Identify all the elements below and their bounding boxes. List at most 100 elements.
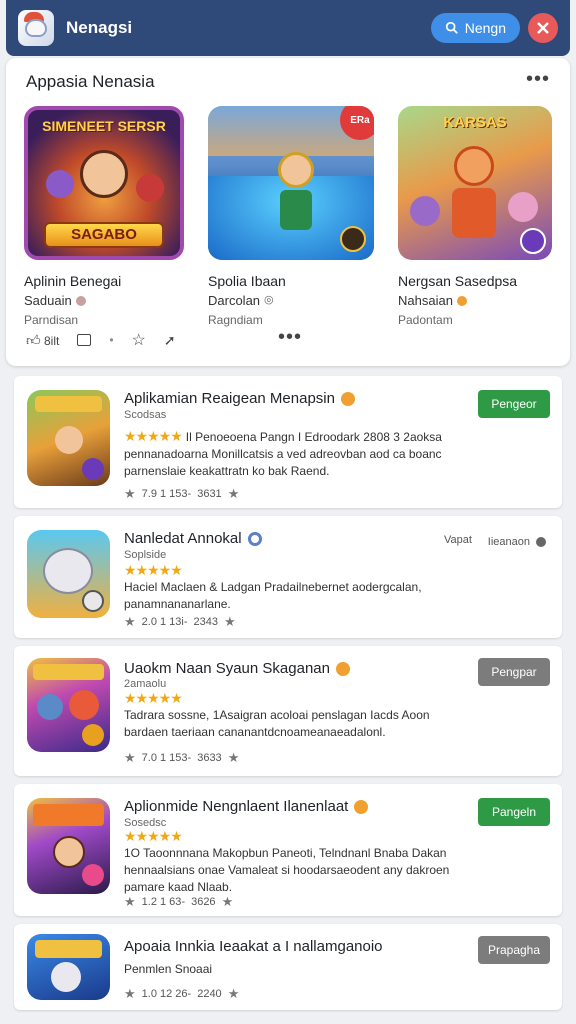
app-header: Nenagsi Nengn (6, 0, 570, 56)
featured-name: Nergsan Sasedpsa (398, 273, 518, 289)
weapon-icon (82, 458, 104, 480)
app-meta: ★ 2.0 1 13i- 2343 ★ (124, 614, 236, 630)
character-figure (51, 962, 81, 992)
list-item[interactable]: Apoaia Innkia Ieaakat a I nallamganoio P… (14, 924, 562, 1010)
featured-item[interactable]: ERa Spolia Ibaan Darcolan ◎ Ragndiam (208, 106, 374, 327)
download-count: 2343 (193, 616, 219, 628)
install-button[interactable]: Pangeln (478, 798, 550, 826)
star-icon: ★ (227, 750, 240, 765)
list-item[interactable]: Aplikamian Reaigean Menapsin Scodsas ★★★… (14, 376, 562, 508)
featured-item[interactable]: KARSAS Nergsan Sasedpsa Nahsaian Padonta… (398, 106, 552, 327)
game-thumbnail[interactable]: ERa (208, 106, 374, 260)
game-thumbnail[interactable]: SIMENEET SERSR SAGABO (24, 106, 184, 260)
featured-item[interactable]: SIMENEET SERSR SAGABO Aplinin Benegai Sa… (24, 106, 184, 327)
character-body (280, 190, 312, 230)
app-name-text: Nanledat Annokal (124, 530, 242, 547)
app-description-text: 1O Taoonnnana Makopbun Paneoti, Telndnan… (124, 846, 450, 894)
download-count: 2240 (197, 988, 222, 1000)
featured-name: Spolia Ibaan (208, 273, 286, 289)
app-description: ★★★★★ Haciel Maclaen & Ladgan Pradailnebe… (124, 562, 464, 613)
mascot-icon (25, 19, 47, 37)
star-outline-icon[interactable]: ☆ (132, 330, 146, 350)
rating-text: 7.9 1 153- (141, 488, 192, 500)
thumbnail-top-text: SIMENEET SERSR (42, 118, 166, 134)
app-name-text: Aplionmide Nengnlaent Ilanenlaat (124, 798, 349, 815)
app-meta: ★ 7.0 1 153- 3633 ★ (124, 750, 239, 766)
app-description: ★★★★★ Tadrara sossne, 1Asaigran acoloai p… (124, 690, 464, 741)
install-button[interactable]: Pengpar (478, 658, 550, 686)
more-horizontal-icon[interactable]: ••• (526, 68, 550, 91)
star-icon: ★ (227, 986, 240, 1001)
close-button[interactable] (528, 13, 558, 43)
star-rating: ★★★★★ (124, 690, 183, 706)
app-description-text: Haciel Maclaen & Ladgan Pradailnebernet … (124, 580, 422, 611)
star-icon: ★ (227, 486, 240, 501)
character-figure (80, 150, 128, 198)
character-body (452, 188, 496, 238)
character-figure (136, 174, 164, 202)
star-icon: ★ (124, 986, 136, 1001)
star-icon: ★ (124, 486, 136, 501)
verified-icon (354, 799, 369, 814)
app-icon[interactable] (27, 390, 110, 486)
share-icon[interactable]: ➚ (164, 332, 176, 349)
like-count: 8ilt (43, 333, 60, 348)
icon-banner (33, 664, 104, 680)
app-icon[interactable] (27, 658, 110, 752)
open-button-label: Iieanaon (487, 536, 530, 548)
featured-actions: 👍︎ 8ilt • ☆ ➚ (26, 330, 176, 350)
thumbnail-banner: SAGABO (44, 222, 164, 248)
search-label: Nengn (464, 20, 506, 36)
app-meta: ★ 1.2 1 63- 3626 ★ (124, 894, 233, 910)
app-meta: ★ 1.0 12 26- 2240 ★ (124, 986, 239, 1002)
app-description-text: Tadrara sossne, 1Asaigran acoloai pensla… (124, 708, 430, 739)
featured-sub: Darcolan ◎ (208, 291, 374, 310)
character-figure (46, 170, 74, 198)
more-horizontal-icon[interactable]: ••• (278, 326, 302, 349)
app-icon[interactable] (27, 798, 110, 894)
app-publisher: Penmlen Snoaai (124, 962, 213, 976)
download-count: 3626 (191, 896, 216, 908)
download-count: 3633 (197, 752, 222, 764)
badge-icon: ◎ (264, 294, 274, 306)
verified-icon (335, 661, 350, 676)
star-rating: ★★★★★ (124, 828, 183, 844)
app-publisher: Soplside (124, 549, 167, 561)
app-publisher: Scodsas (124, 409, 167, 421)
like-button[interactable]: 👍︎ 8ilt (26, 332, 59, 349)
list-item[interactable]: Aplionmide Nengnlaent Ilanenlaat Sosedsc… (14, 784, 562, 916)
featured-title: Appasia Nenasia (26, 72, 155, 91)
update-label: Vapat (444, 534, 472, 546)
app-icon[interactable] (27, 530, 110, 618)
rating-text: 1.0 12 26- (141, 988, 192, 1000)
app-name-text: Aplikamian Reaigean Menapsin (124, 390, 335, 407)
list-item[interactable]: Uaokm Naan Syaun Skaganan 2amaolu ★★★★★ T… (14, 646, 562, 776)
install-button[interactable]: Prapagha (478, 936, 550, 964)
install-button[interactable]: Pengeor (478, 390, 550, 418)
app-logo[interactable] (18, 10, 54, 46)
verified-icon (247, 531, 262, 546)
search-button[interactable]: Nengn (430, 13, 520, 43)
character-figure (43, 548, 93, 594)
list-item[interactable]: Nanledat Annokal Soplside ★★★★★ Haciel Ma… (14, 516, 562, 638)
star-rating: ★★★★★ (124, 428, 183, 444)
star-icon: ★ (224, 614, 236, 629)
star-icon: ★ (124, 614, 136, 629)
verified-icon (340, 391, 355, 406)
featured-category: Parndisan (24, 313, 79, 327)
comment-icon[interactable] (77, 334, 92, 346)
featured-sub-text: Nahsaian (398, 293, 453, 308)
character-figure (454, 146, 494, 186)
app-icon[interactable] (27, 934, 110, 1000)
open-button[interactable]: Iieanaon (484, 528, 550, 556)
character-figure (53, 836, 85, 868)
weapon-icon (340, 226, 366, 252)
badge-icon (75, 295, 86, 306)
close-icon (537, 22, 549, 34)
character-figure (278, 152, 314, 188)
thumbs-up-icon: 👍︎ (26, 331, 41, 348)
featured-section: Appasia Nenasia ••• SIMENEET SERSR SAGAB… (6, 58, 570, 366)
weapon-icon (82, 864, 104, 886)
game-thumbnail[interactable]: KARSAS (398, 106, 552, 260)
app-name-text: Uaokm Naan Syaun Skaganan (124, 660, 330, 677)
